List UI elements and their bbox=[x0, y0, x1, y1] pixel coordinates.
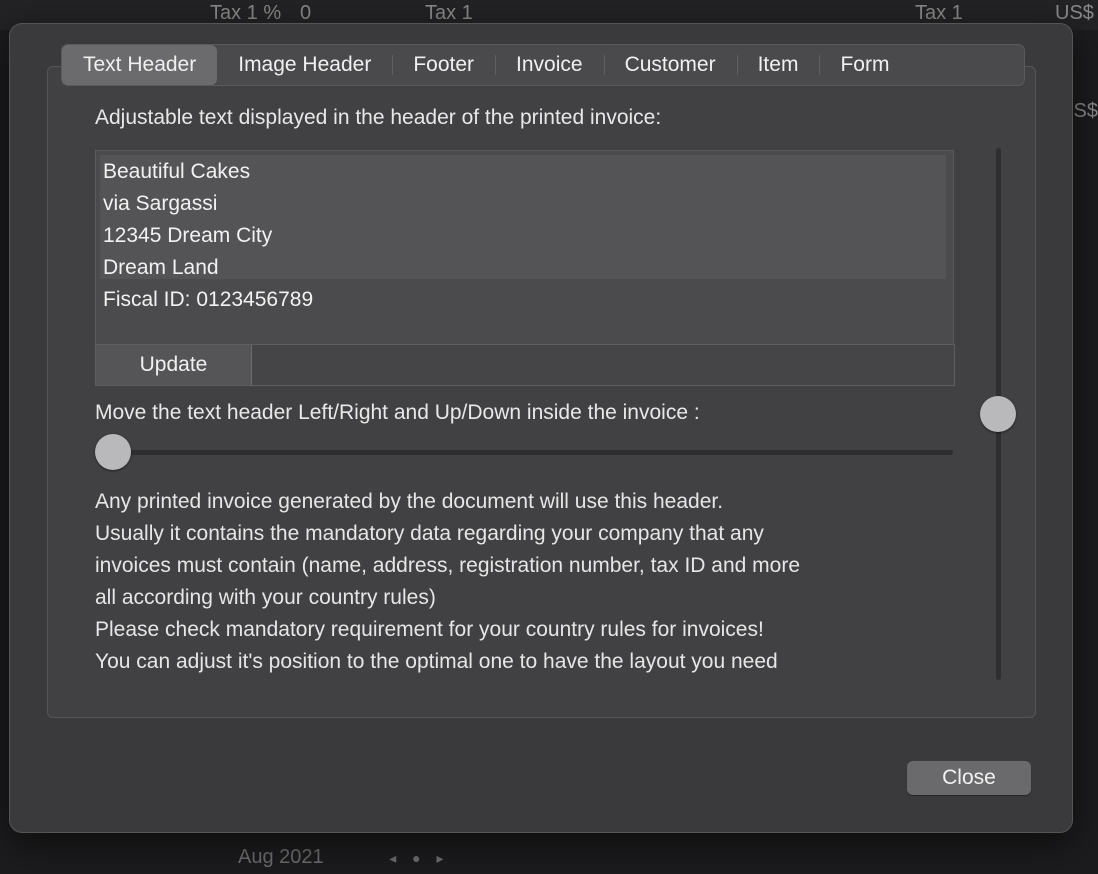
help-line: Any printed invoice generated by the doc… bbox=[95, 490, 724, 513]
header-line: Beautiful Cakes bbox=[103, 160, 251, 183]
horizontal-slider-thumb[interactable] bbox=[95, 434, 131, 470]
header-text-label: Adjustable text displayed in the header … bbox=[95, 106, 662, 129]
bg-tax-column: Tax 1 bbox=[425, 2, 473, 24]
bg-tax-value: 0 bbox=[300, 2, 312, 24]
tab-bar: Text Header Image Header Footer Invoice … bbox=[61, 44, 1025, 86]
tab-item[interactable]: Item bbox=[736, 45, 820, 85]
tab-customer[interactable]: Customer bbox=[603, 45, 737, 85]
horizontal-position-slider[interactable] bbox=[95, 432, 953, 472]
help-line: invoices must contain (name, address, re… bbox=[95, 554, 800, 577]
tab-footer[interactable]: Footer bbox=[392, 45, 495, 85]
update-button[interactable]: Update bbox=[96, 345, 252, 385]
help-line: Usually it contains the mandatory data r… bbox=[95, 522, 764, 545]
move-header-label: Move the text header Left/Right and Up/D… bbox=[95, 401, 700, 424]
update-bar: Update bbox=[95, 344, 955, 386]
tab-image-header[interactable]: Image Header bbox=[217, 45, 392, 85]
tab-invoice[interactable]: Invoice bbox=[495, 45, 604, 85]
tab-text-header[interactable]: Text Header bbox=[62, 45, 218, 85]
bg-tax-label: Tax 1 % bbox=[210, 2, 282, 24]
bg-month-nav-arrows: ◂ ● ▸ bbox=[389, 850, 450, 866]
bg-currency: US$ bbox=[1055, 2, 1094, 24]
bg-side-currency: S$ bbox=[1073, 100, 1098, 122]
help-text: Any printed invoice generated by the doc… bbox=[95, 486, 800, 678]
header-line: via Sargassi bbox=[103, 192, 218, 215]
header-line: 12345 Dream City bbox=[103, 224, 273, 247]
bg-month-label: Aug 2021 bbox=[238, 846, 324, 868]
vertical-position-slider[interactable] bbox=[978, 148, 1018, 680]
help-line: all according with your country rules) bbox=[95, 586, 436, 609]
tab-form[interactable]: Form bbox=[819, 45, 910, 85]
header-line: Fiscal ID: 0123456789 bbox=[103, 288, 314, 311]
vertical-slider-thumb[interactable] bbox=[980, 396, 1016, 432]
settings-dialog: Text Header Image Header Footer Invoice … bbox=[10, 24, 1072, 832]
close-button[interactable]: Close bbox=[907, 761, 1031, 795]
header-text-area[interactable]: Beautiful Cakes via Sargassi 12345 Dream… bbox=[95, 150, 954, 346]
header-line: Dream Land bbox=[103, 256, 219, 279]
bg-tax-column-2: Tax 1 bbox=[915, 2, 963, 24]
help-line: Please check mandatory requirement for y… bbox=[95, 618, 764, 641]
bg-month-navigator: Aug 2021 ◂ ● ▸ bbox=[238, 846, 450, 869]
horizontal-slider-track bbox=[95, 450, 953, 455]
help-line: You can adjust it's position to the opti… bbox=[95, 650, 778, 673]
